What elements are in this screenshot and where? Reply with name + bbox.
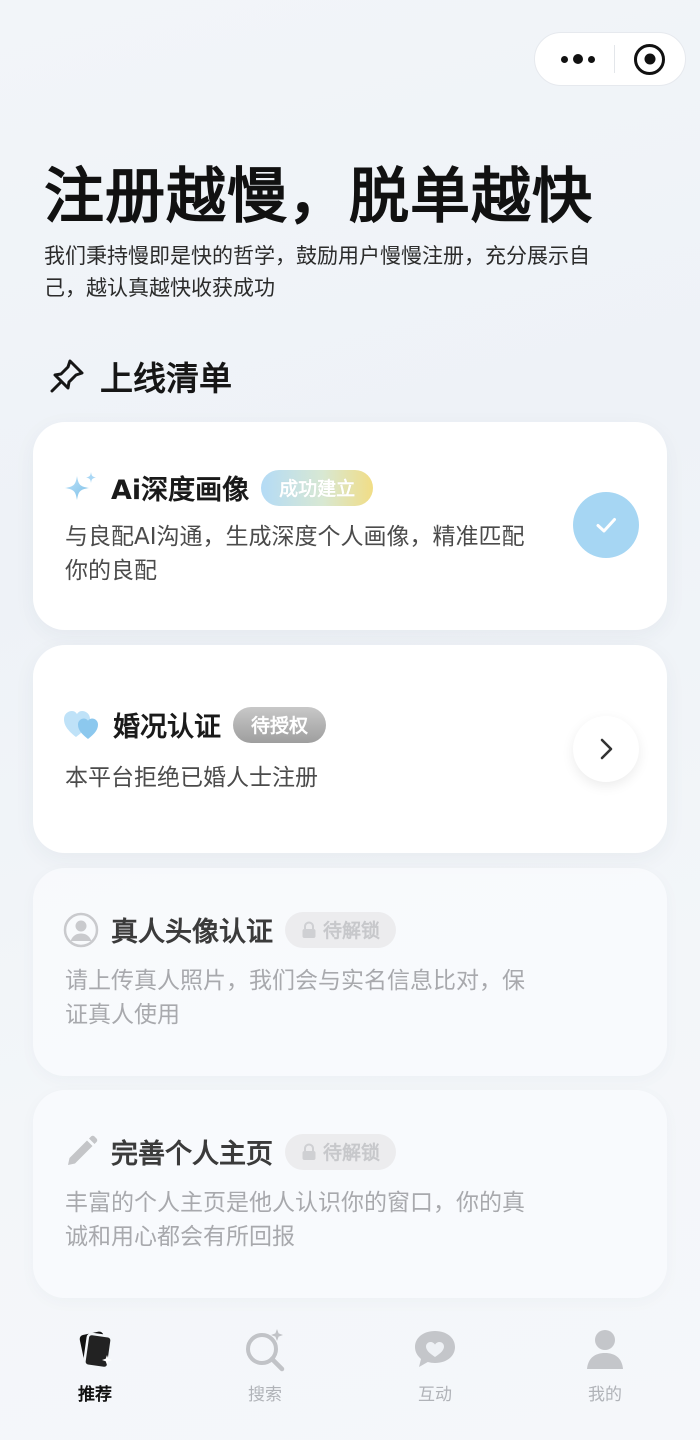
checklist-card-ai-profile[interactable]: Ai深度画像 成功建立 与良配AI沟通，生成深度个人画像，精准匹配你的良配 [33, 422, 667, 630]
capsule-divider [614, 45, 615, 73]
card-title: Ai深度画像 [111, 475, 250, 506]
completed-check-button[interactable] [573, 492, 639, 558]
status-badge: 待解锁 [285, 1133, 397, 1170]
sparkle-icon [65, 471, 96, 500]
status-badge: 待解锁 [285, 911, 397, 948]
pin-icon [50, 359, 84, 393]
page-description: 我们秉持慢即是快的哲学，鼓励用户慢慢注册，充分展示自己，越认真越快收获成功 [44, 244, 590, 300]
checklist-card-marital[interactable]: 婚况认证 待授权 本平台拒绝已婚人士注册 [33, 645, 667, 853]
search-sparkle-icon [246, 1329, 285, 1372]
section-title: 上线清单 [100, 359, 232, 398]
lock-icon [302, 920, 316, 938]
tab-interact[interactable]: 互动 [350, 1310, 520, 1440]
card-title: 婚况认证 [113, 712, 221, 743]
card-description: 请上传真人照片，我们会与实名信息比对，保证真人使用 [65, 968, 525, 1028]
status-badge-label: 待解锁 [323, 1142, 381, 1164]
tab-label: 我的 [588, 1385, 622, 1405]
checklist-card-profile-page[interactable]: 完善个人主页 待解锁 丰富的个人主页是他人认识你的窗口，你的真诚和用心都会有所回… [33, 1090, 667, 1298]
go-authorize-button[interactable] [573, 716, 639, 782]
lock-icon [302, 1142, 316, 1160]
tab-mine[interactable]: 我的 [520, 1310, 690, 1440]
person-icon [587, 1330, 623, 1369]
tab-label: 搜索 [248, 1385, 282, 1405]
chat-heart-icon [415, 1331, 455, 1367]
check-icon [596, 518, 616, 533]
card-header: 真人头像认证 待解锁 [63, 910, 397, 949]
card-title: 真人头像认证 [111, 917, 273, 948]
target-icon[interactable] [634, 43, 665, 75]
tab-label: 推荐 [78, 1385, 112, 1405]
card-description: 丰富的个人主页是他人认识你的窗口，你的真诚和用心都会有所回报 [65, 1190, 525, 1250]
tab-label: 互动 [418, 1385, 452, 1405]
page-title: 注册越慢，脱单越快 [44, 162, 593, 232]
status-badge: 待授权 [233, 706, 327, 743]
more-dots-icon[interactable] [561, 54, 595, 64]
tab-recommend[interactable]: 推荐 [10, 1310, 180, 1440]
card-header: 完善个人主页 待解锁 [63, 1132, 397, 1171]
card-description: 本平台拒绝已婚人士注册 [65, 765, 318, 791]
chevron-right-icon [600, 738, 613, 760]
miniprogram-capsule [534, 32, 686, 86]
card-header: 婚况认证 待授权 [63, 705, 327, 744]
pencil-icon [68, 1135, 98, 1165]
card-title: 完善个人主页 [111, 1139, 273, 1170]
status-badge-label: 待解锁 [323, 920, 381, 942]
checklist-card-avatar[interactable]: 真人头像认证 待解锁 请上传真人照片，我们会与实名信息比对，保证真人使用 [33, 868, 667, 1076]
section-heading: 上线清单 [48, 352, 232, 400]
card-description: 与良配AI沟通，生成深度个人画像，精准匹配你的良配 [65, 524, 525, 584]
hearts-icon [64, 710, 98, 739]
tab-search[interactable]: 搜索 [180, 1310, 350, 1440]
status-badge: 成功建立 [261, 469, 374, 506]
bottom-tab-bar: 推荐 搜索 互动 我的 [0, 1310, 700, 1440]
card-header: Ai深度画像 成功建立 [63, 468, 374, 507]
user-circle-icon [63, 912, 99, 947]
cards-icon [79, 1331, 113, 1370]
